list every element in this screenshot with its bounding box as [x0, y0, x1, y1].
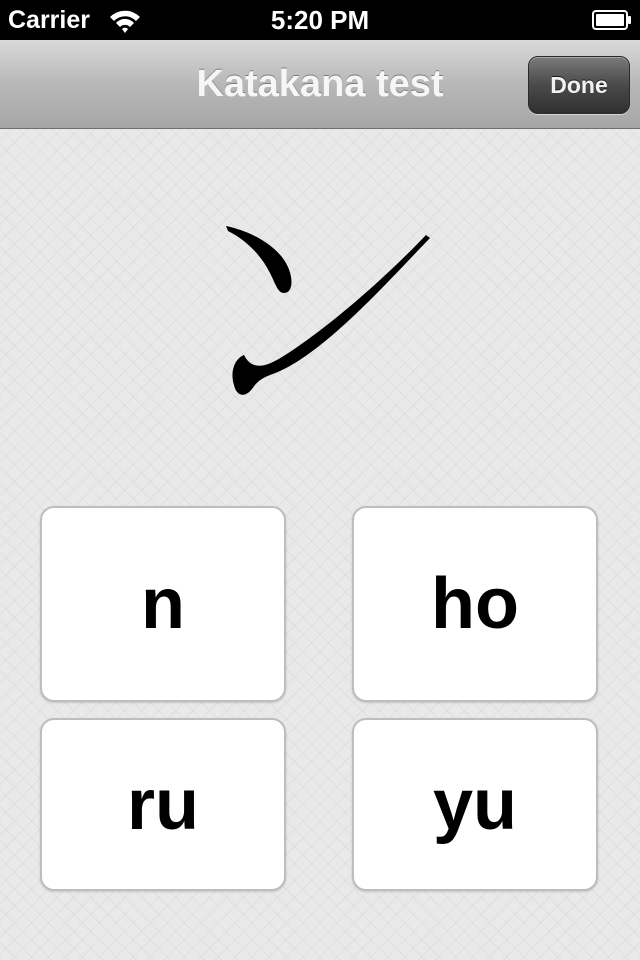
- battery-icon: [592, 10, 632, 30]
- navigation-bar: Katakana test Done: [0, 40, 640, 129]
- done-button[interactable]: Done: [528, 56, 630, 114]
- katakana-character: [200, 209, 450, 419]
- answer-button-ru[interactable]: ru: [40, 718, 286, 891]
- answer-button-n[interactable]: n: [40, 506, 286, 702]
- answer-button-yu[interactable]: yu: [352, 718, 598, 891]
- status-bar: Carrier 5:20 PM: [0, 0, 640, 40]
- status-time: 5:20 PM: [270, 5, 370, 35]
- quiz-content: n ho ru yu: [0, 129, 640, 960]
- answer-button-ho[interactable]: ho: [352, 506, 598, 702]
- katakana-n-glyph: [226, 226, 430, 395]
- page-title: Katakana test: [196, 63, 444, 105]
